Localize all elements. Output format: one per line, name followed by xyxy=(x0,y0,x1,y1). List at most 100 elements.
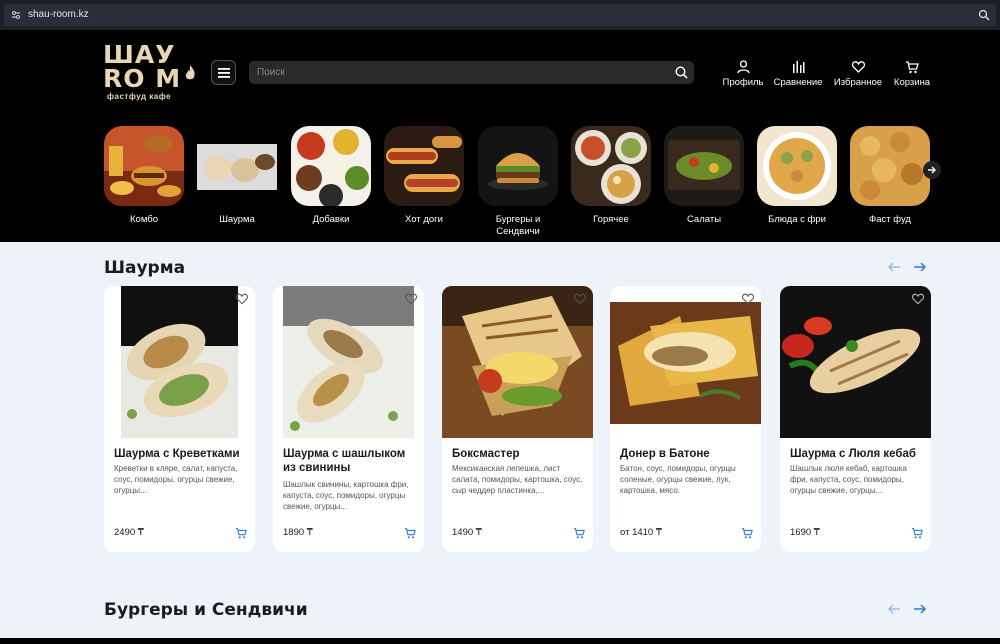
nav-cart[interactable]: Корзина xyxy=(891,60,933,88)
category-image xyxy=(850,126,930,206)
category-carousel: Комбо Шаурма Добавки Хот доги Бургеры и … xyxy=(0,126,1000,242)
favorite-heart-icon[interactable] xyxy=(236,293,248,305)
product-name[interactable]: Донер в Батоне xyxy=(620,447,758,461)
product-description: Мексиканская лепешка, лист салата, помид… xyxy=(452,464,583,495)
product-description: Креветки в кляре, салат, капуста, соус, … xyxy=(114,464,238,495)
add-to-cart-icon[interactable] xyxy=(911,527,923,539)
product-name[interactable]: Шаурма с шашлыком из свинины xyxy=(283,447,421,475)
arrow-right-icon xyxy=(928,166,936,174)
product-price: 1690 ₸ xyxy=(790,527,820,538)
product-description: Батон, соус, помидоры, огурцы соленые, о… xyxy=(620,464,736,495)
nav-cart-label: Корзина xyxy=(893,77,931,88)
nav-favorites[interactable]: Избранное xyxy=(832,60,884,88)
site-settings-icon[interactable] xyxy=(10,9,22,21)
category-shawarma[interactable]: Шаурма xyxy=(195,126,279,226)
add-to-cart-icon[interactable] xyxy=(573,527,585,539)
hamburger-icon xyxy=(218,68,230,78)
zoom-icon[interactable] xyxy=(978,9,990,21)
product-name[interactable]: Боксмастер xyxy=(452,447,590,461)
category-image xyxy=(104,126,184,206)
add-to-cart-icon[interactable] xyxy=(235,527,247,539)
site-header: ШАУ RO M фастфуд кафе Профиль xyxy=(0,30,1000,242)
browser-bar: shau-room.kz xyxy=(0,0,1000,30)
nav-profile[interactable]: Профиль xyxy=(722,60,764,88)
arrow-right-icon[interactable] xyxy=(913,602,927,616)
compare-icon xyxy=(792,61,804,73)
search-input[interactable] xyxy=(249,61,659,84)
logo-tagline: фастфуд кафе xyxy=(107,92,172,101)
user-icon xyxy=(736,60,750,74)
logo-line2: RO M xyxy=(103,64,182,93)
favorite-heart-icon[interactable] xyxy=(405,293,417,305)
cart-icon xyxy=(906,61,919,74)
section-title-burgers: Бургеры и Сендвичи xyxy=(104,600,308,620)
arrow-right-icon[interactable] xyxy=(913,260,927,274)
heart-icon xyxy=(851,61,865,73)
category-fries-dishes[interactable]: Блюда с фри xyxy=(755,126,839,226)
category-label: Комбо xyxy=(130,214,158,225)
category-label: Фаст фуд xyxy=(869,214,911,225)
nav-compare[interactable]: Сравнение xyxy=(772,60,824,88)
category-addons[interactable]: Добавки xyxy=(289,126,373,226)
category-image xyxy=(197,126,277,206)
menu-button[interactable] xyxy=(211,60,236,85)
category-fast-food[interactable]: Фаст фуд xyxy=(848,126,932,226)
url-text[interactable]: shau-room.kz xyxy=(28,8,89,22)
category-image xyxy=(757,126,837,206)
product-description: Шашлык свинины, картошка фри, капуста, с… xyxy=(283,480,409,511)
section-title-shawarma: Шаурма xyxy=(104,258,186,278)
category-label: Хот доги xyxy=(405,214,443,225)
product-card[interactable]: Донер в Батоне Батон, соус, помидоры, ог… xyxy=(610,286,761,552)
product-image[interactable] xyxy=(104,286,255,438)
product-image[interactable] xyxy=(273,286,424,438)
favorite-heart-icon[interactable] xyxy=(742,293,754,305)
search-bar xyxy=(249,61,694,84)
flame-icon xyxy=(185,65,195,80)
product-card[interactable]: Шаурма с шашлыком из свинины Шашлык свин… xyxy=(273,286,424,552)
category-hot[interactable]: Горячее xyxy=(569,126,653,226)
product-image[interactable] xyxy=(442,286,593,438)
nav-profile-label: Профиль xyxy=(722,77,764,88)
category-image xyxy=(384,126,464,206)
category-label: Блюда с фри xyxy=(768,214,826,225)
add-to-cart-icon[interactable] xyxy=(404,527,416,539)
main-content: Шаурма Шаурма с Креветками Креветки в кл… xyxy=(0,242,1000,638)
product-price: от 1410 ₸ xyxy=(620,527,662,538)
product-price: 1890 ₸ xyxy=(283,527,313,538)
category-image xyxy=(478,126,558,206)
arrow-left-icon[interactable] xyxy=(887,260,901,274)
product-image[interactable] xyxy=(780,286,931,438)
product-price: 2490 ₸ xyxy=(114,527,144,538)
product-card[interactable]: Шаурма с Люля кебаб Шашлык люля кебаб, к… xyxy=(780,286,931,552)
nav-compare-label: Сравнение xyxy=(773,77,823,88)
nav-favorites-label: Избранное xyxy=(833,77,883,88)
category-salads[interactable]: Салаты xyxy=(662,126,746,226)
category-label: Шаурма xyxy=(219,214,255,225)
favorite-heart-icon[interactable] xyxy=(912,293,924,305)
favorite-heart-icon[interactable] xyxy=(574,293,586,305)
category-image xyxy=(291,126,371,206)
section-arrows xyxy=(887,260,931,276)
search-icon[interactable] xyxy=(675,66,688,79)
category-label: Горячее xyxy=(593,214,629,225)
product-card[interactable]: Боксмастер Мексиканская лепешка, лист са… xyxy=(442,286,593,552)
category-label: Бургеры и Сендвичи xyxy=(495,214,541,237)
category-label: Салаты xyxy=(686,214,722,225)
product-image[interactable] xyxy=(610,286,761,438)
product-name[interactable]: Шаурма с Креветками xyxy=(114,447,252,461)
category-hotdogs[interactable]: Хот доги xyxy=(382,126,466,226)
bottom-strip xyxy=(0,638,1000,644)
logo[interactable]: ШАУ RO M фастфуд кафе xyxy=(103,42,201,104)
section-arrows xyxy=(887,602,931,618)
category-combo[interactable]: Комбо xyxy=(102,126,186,226)
product-name[interactable]: Шаурма с Люля кебаб xyxy=(790,447,928,461)
category-label: Добавки xyxy=(312,214,350,225)
arrow-left-icon[interactable] xyxy=(887,602,901,616)
product-price: 1490 ₸ xyxy=(452,527,482,538)
category-next-button[interactable] xyxy=(923,161,941,179)
product-card[interactable]: Шаурма с Креветками Креветки в кляре, са… xyxy=(104,286,255,552)
address-bar[interactable]: shau-room.kz xyxy=(4,4,996,26)
add-to-cart-icon[interactable] xyxy=(741,527,753,539)
category-image xyxy=(571,126,651,206)
category-burgers[interactable]: Бургеры и Сендвичи xyxy=(476,126,560,238)
